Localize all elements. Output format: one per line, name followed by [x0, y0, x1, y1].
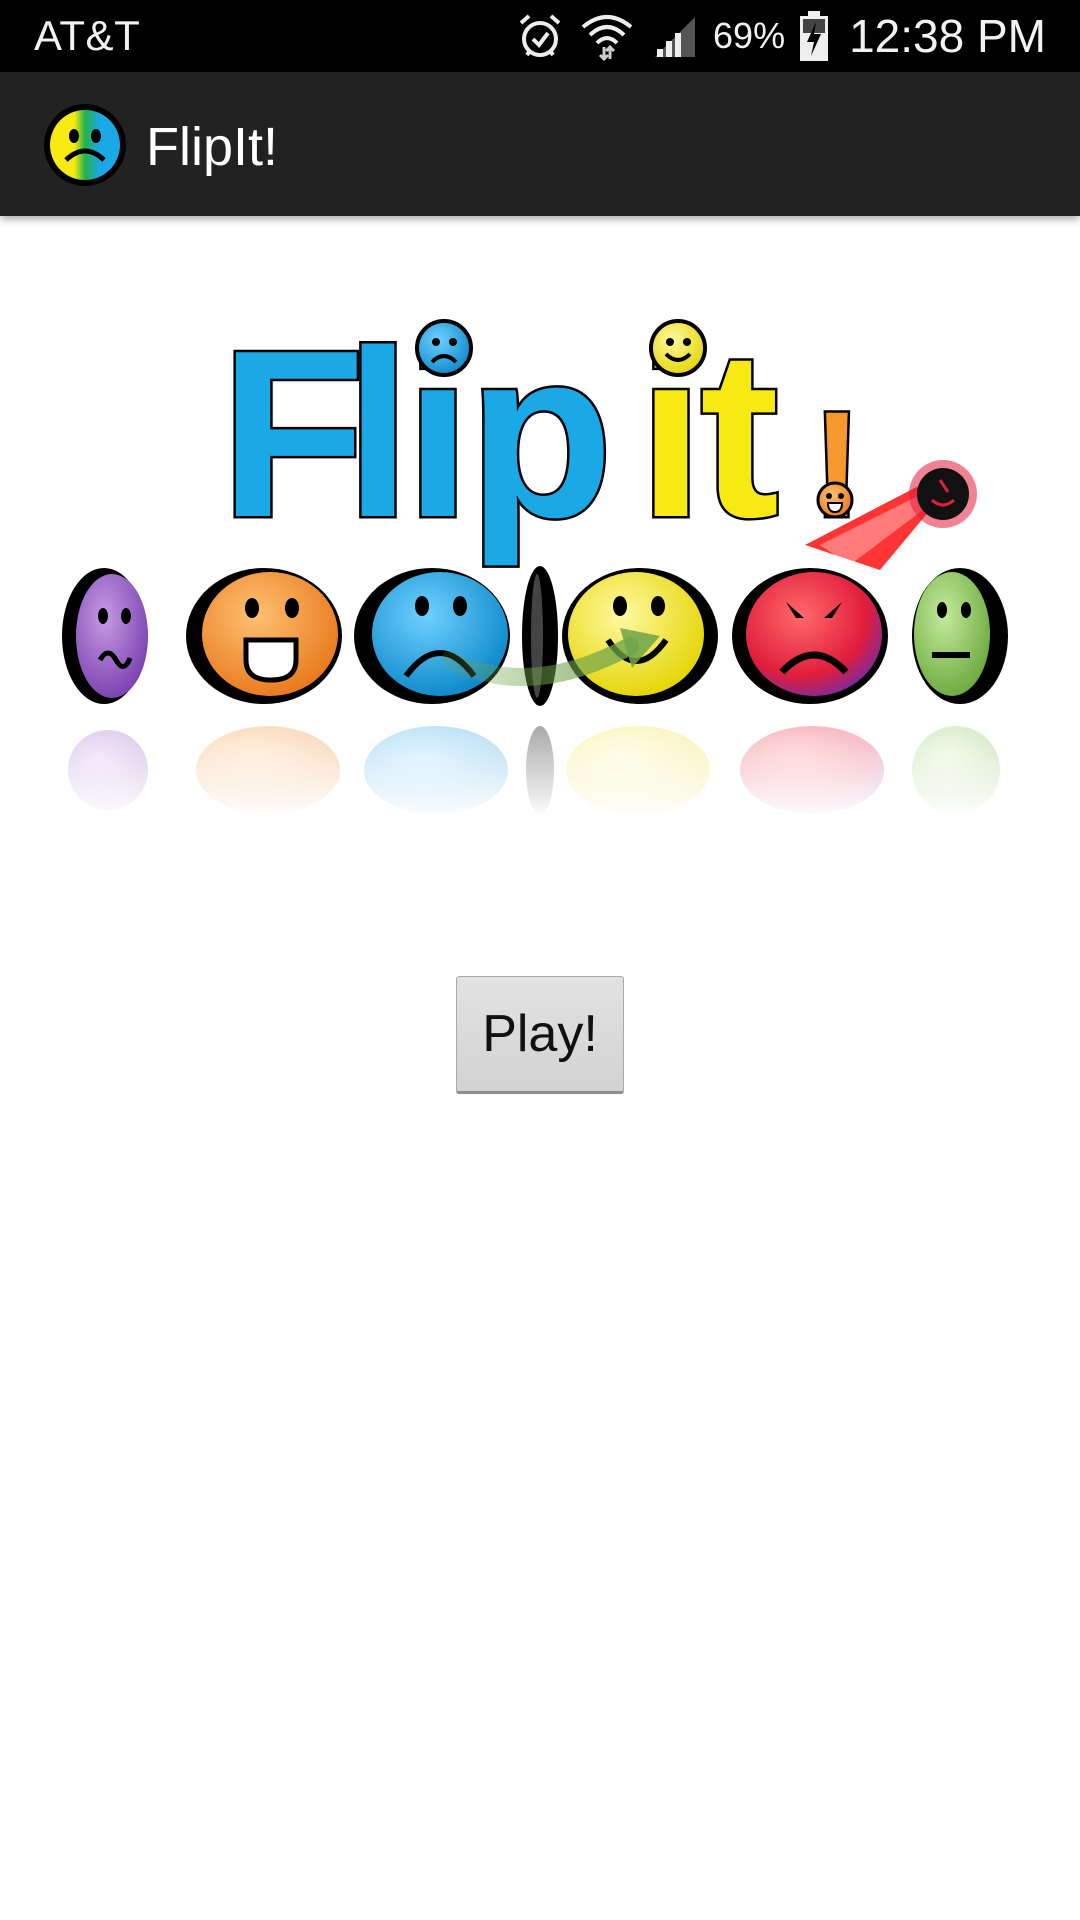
- sad-dot-face-icon: [415, 319, 473, 377]
- app-title: FlipIt!: [146, 117, 279, 177]
- neutral-face-icon: [912, 568, 1008, 704]
- confused-face-icon: [62, 568, 148, 704]
- clock: 12:38 PM: [849, 10, 1046, 62]
- battery-charging-icon: [799, 10, 829, 62]
- angry-face-icon: [732, 568, 888, 704]
- logo-letter-l: l: [345, 302, 411, 567]
- battery-percent: 69%: [713, 15, 786, 56]
- wifi-icon: [579, 11, 635, 61]
- status-bar: AT&T 69% 12:38 PM: [0, 0, 1080, 72]
- burning-coin-icon: [909, 460, 977, 528]
- logo-letter-t: t: [700, 302, 779, 567]
- logo-letter-p: p: [468, 302, 613, 567]
- play-button[interactable]: Play!: [456, 976, 624, 1094]
- status-icons: 69% 12:38 PM: [515, 0, 1046, 72]
- action-bar: FlipIt!: [0, 72, 1080, 216]
- laughing-face-icon: [186, 568, 342, 704]
- flipit-logo: F l i p i t !: [60, 300, 1020, 820]
- alarm-icon: [515, 11, 565, 61]
- happy-dot-face-icon: [649, 319, 707, 377]
- flipit-app-icon: [42, 102, 128, 188]
- laughing-dot-face-icon: [816, 481, 854, 519]
- sad-face-icon: [354, 568, 510, 704]
- carrier-label: AT&T: [34, 12, 141, 59]
- logo-letter-f: F: [220, 302, 365, 567]
- signal-icon: [649, 11, 699, 61]
